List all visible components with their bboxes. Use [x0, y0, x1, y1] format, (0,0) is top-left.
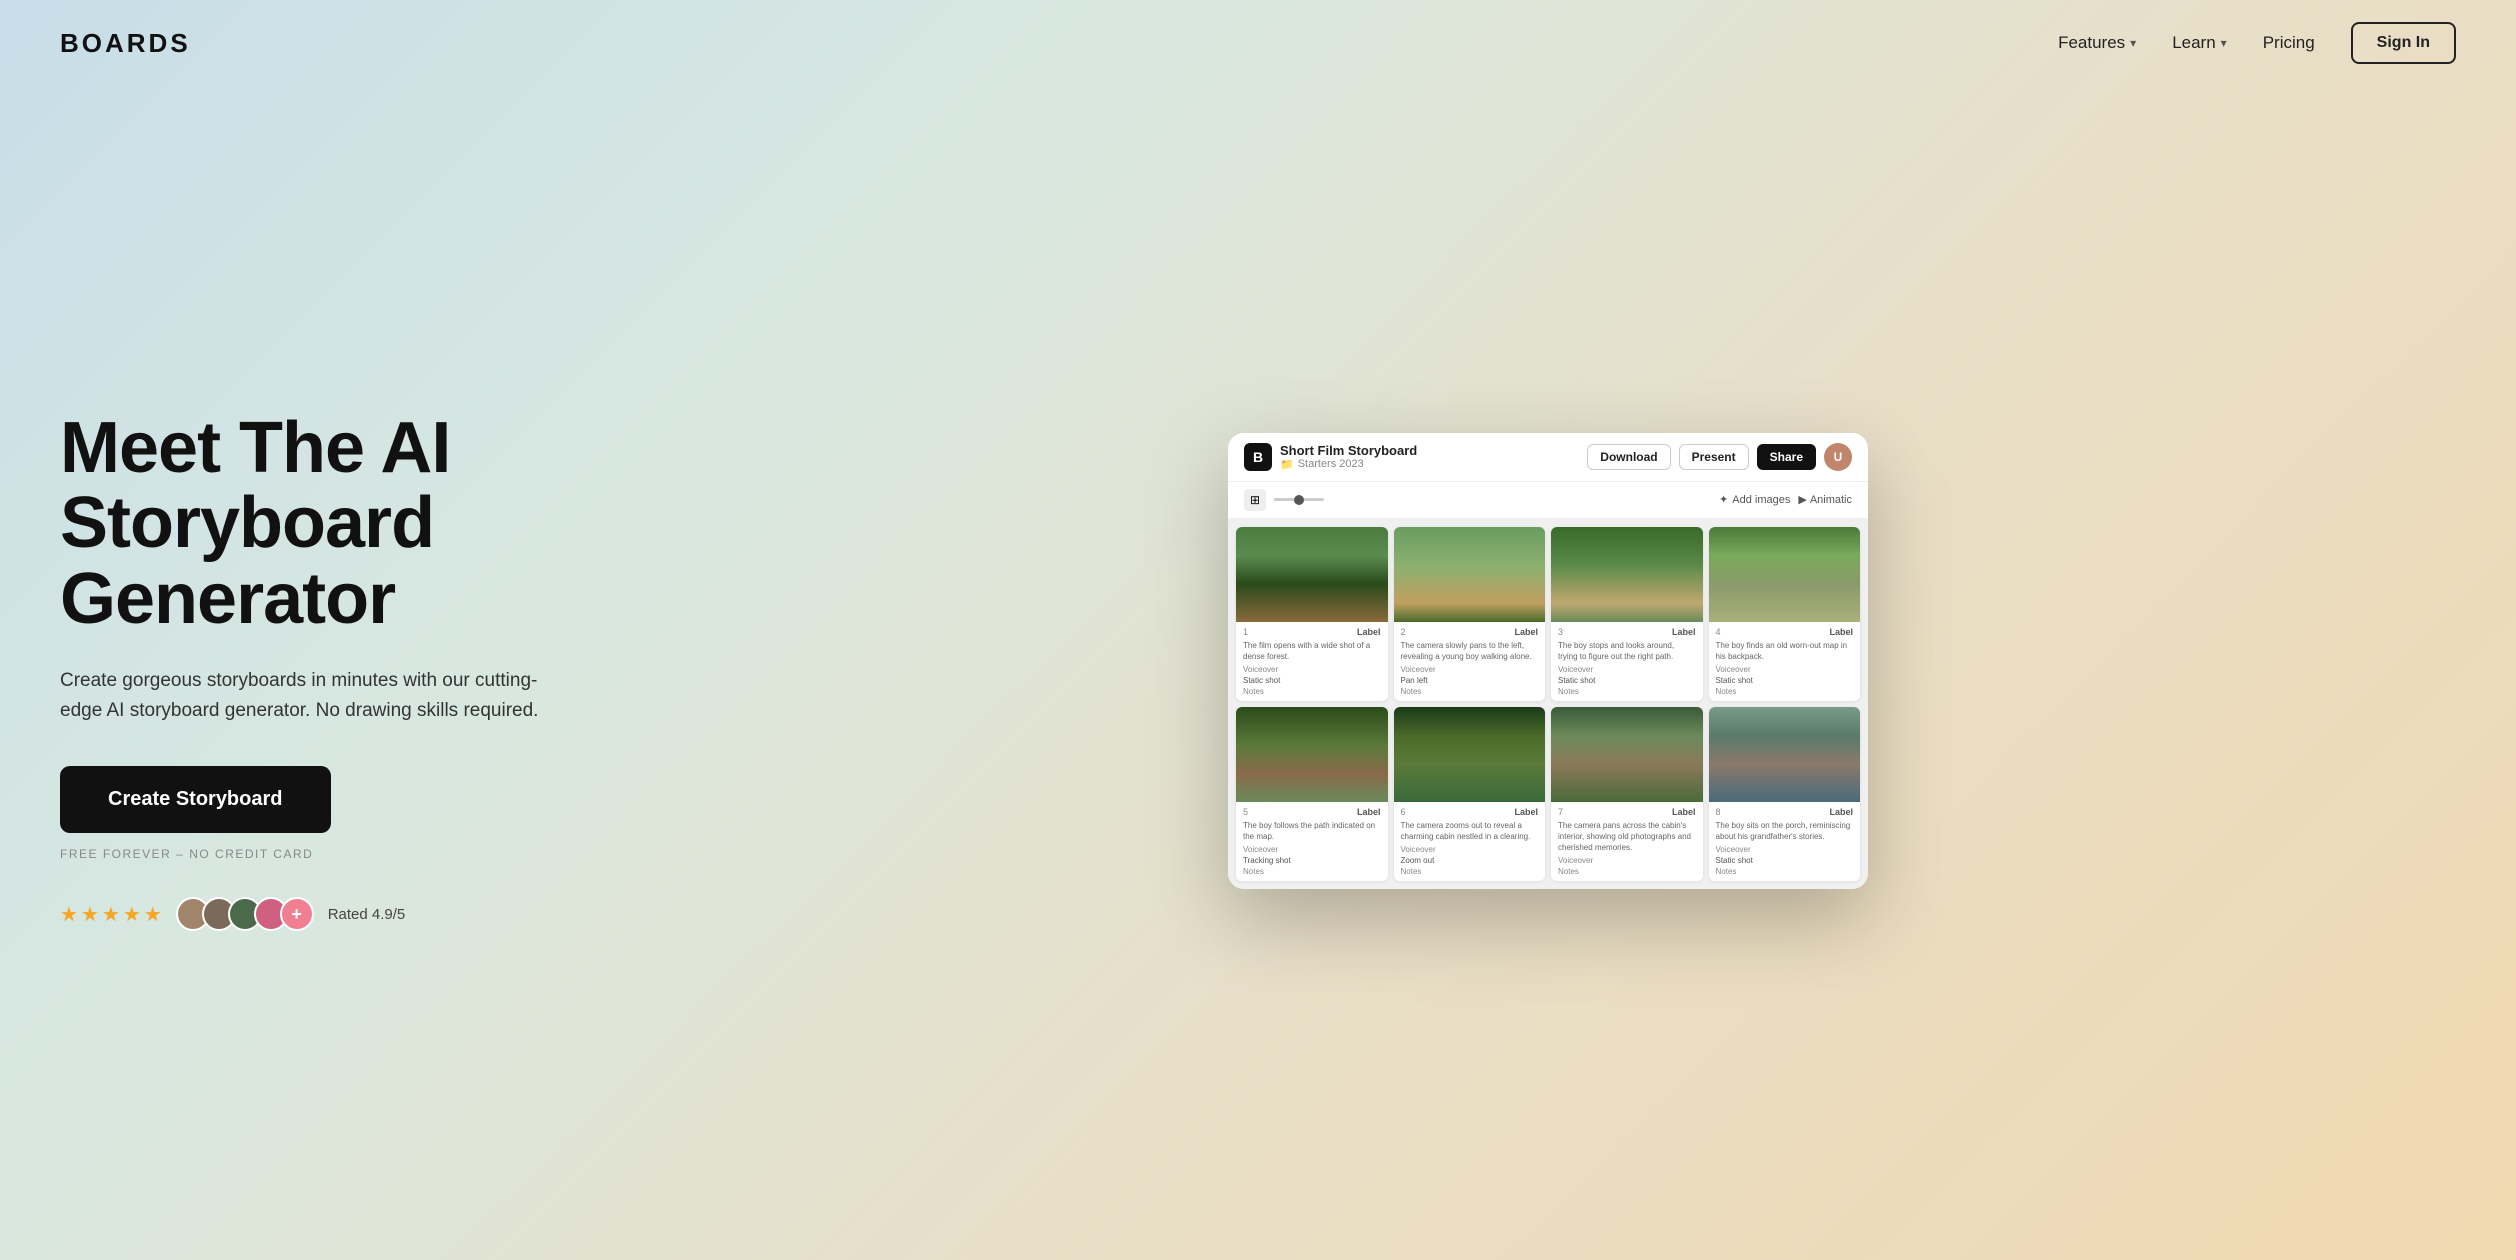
scene-4	[1709, 527, 1861, 622]
storyboard-card-4[interactable]: 4 Label The boy finds an old worn-out ma…	[1709, 527, 1861, 701]
card-image-6	[1394, 707, 1546, 802]
pricing-nav-link[interactable]: Pricing	[2263, 33, 2315, 53]
toolbar-buttons: Download Present Share U	[1587, 443, 1852, 471]
project-name: Short Film Storyboard	[1280, 443, 1417, 458]
app-sub-toolbar: ⊞ ✦ Add images ▶ Animatic	[1228, 482, 1868, 519]
card-meta-4: 4 Label The boy finds an old worn-out ma…	[1709, 622, 1861, 701]
hero-title: Meet The AI Storyboard Generator	[60, 411, 580, 638]
storyboard-card-6[interactable]: 6 Label The camera zooms out to reveal a…	[1394, 707, 1546, 881]
project-icon: B	[1244, 443, 1272, 471]
card-meta-3: 3 Label The boy stops and looks around, …	[1551, 622, 1703, 701]
hero-left: Meet The AI Storyboard Generator Create …	[60, 391, 580, 932]
present-button[interactable]: Present	[1679, 444, 1749, 470]
scene-6	[1394, 707, 1546, 802]
card-image-2	[1394, 527, 1546, 622]
nav-links: Features ▾ Learn ▾ Pricing Sign In	[2058, 22, 2456, 64]
card-meta-5: 5 Label The boy follows the path indicat…	[1236, 802, 1388, 881]
play-icon: ▶	[1798, 493, 1806, 506]
project-info: Short Film Storyboard 📁 Starters 2023	[1280, 443, 1417, 471]
card-image-1	[1236, 527, 1388, 622]
navbar: BOARDS Features ▾ Learn ▾ Pricing Sign I…	[0, 0, 2516, 86]
card-image-7	[1551, 707, 1703, 802]
scene-8	[1709, 707, 1861, 802]
zoom-thumb	[1294, 495, 1304, 505]
create-storyboard-button[interactable]: Create Storyboard	[60, 766, 331, 833]
star-1: ★	[60, 902, 78, 927]
storyboard-grid: 1 Label The film opens with a wide shot …	[1228, 519, 1868, 889]
hero-right: B Short Film Storyboard 📁 Starters 2023 …	[640, 433, 2456, 889]
card-meta-8: 8 Label The boy sits on the porch, remin…	[1709, 802, 1861, 881]
card-meta-2: 2 Label The camera slowly pans to the le…	[1394, 622, 1546, 701]
storyboard-card-7[interactable]: 7 Label The camera pans across the cabin…	[1551, 707, 1703, 881]
scene-2	[1394, 527, 1546, 622]
zoom-control	[1274, 498, 1324, 501]
card-meta-1: 1 Label The film opens with a wide shot …	[1236, 622, 1388, 701]
storyboard-card-5[interactable]: 5 Label The boy follows the path indicat…	[1236, 707, 1388, 881]
zoom-slider[interactable]	[1274, 498, 1324, 501]
sparkle-icon: ✦	[1719, 493, 1728, 506]
add-images-button[interactable]: ✦ Add images	[1719, 493, 1790, 506]
scene-3	[1551, 527, 1703, 622]
star-3: ★	[102, 902, 120, 927]
storyboard-card-1[interactable]: 1 Label The film opens with a wide shot …	[1236, 527, 1388, 701]
card-image-3	[1551, 527, 1703, 622]
scene-1	[1236, 527, 1388, 622]
card-meta-7: 7 Label The camera pans across the cabin…	[1551, 802, 1703, 882]
storyboard-card-8[interactable]: 8 Label The boy sits on the porch, remin…	[1709, 707, 1861, 881]
scene-7	[1551, 707, 1703, 802]
avatar-more: +	[280, 897, 314, 931]
free-label: FREE FOREVER – NO CREDIT CARD	[60, 847, 580, 861]
card-image-4	[1709, 527, 1861, 622]
sign-in-button[interactable]: Sign In	[2351, 22, 2456, 64]
project-sub: 📁 Starters 2023	[1280, 458, 1417, 471]
rating-row: ★ ★ ★ ★ ★ + Rated 4.9/5	[60, 897, 580, 931]
star-2: ★	[81, 902, 99, 927]
rating-text: Rated 4.9/5	[328, 906, 406, 923]
learn-nav-link[interactable]: Learn ▾	[2172, 33, 2227, 53]
card-meta-6: 6 Label The camera zooms out to reveal a…	[1394, 802, 1546, 881]
grid-icon[interactable]: ⊞	[1244, 489, 1266, 511]
app-window: B Short Film Storyboard 📁 Starters 2023 …	[1228, 433, 1868, 889]
storyboard-card-3[interactable]: 3 Label The boy stops and looks around, …	[1551, 527, 1703, 701]
app-toolbar: B Short Film Storyboard 📁 Starters 2023 …	[1228, 433, 1868, 482]
hero-subtitle: Create gorgeous storyboards in minutes w…	[60, 666, 540, 727]
features-nav-link[interactable]: Features ▾	[2058, 33, 2136, 53]
download-button[interactable]: Download	[1587, 444, 1670, 470]
learn-chevron-icon: ▾	[2221, 36, 2227, 50]
share-button[interactable]: Share	[1757, 444, 1816, 470]
card-image-5	[1236, 707, 1388, 802]
features-chevron-icon: ▾	[2130, 36, 2136, 50]
storyboard-card-2[interactable]: 2 Label The camera slowly pans to the le…	[1394, 527, 1546, 701]
star-5: ★	[144, 902, 162, 927]
scene-5	[1236, 707, 1388, 802]
app-toolbar-left: B Short Film Storyboard 📁 Starters 2023	[1244, 443, 1417, 471]
star-4: ★	[123, 902, 141, 927]
star-rating: ★ ★ ★ ★ ★	[60, 902, 162, 927]
user-avatar: U	[1824, 443, 1852, 471]
animatic-button[interactable]: ▶ Animatic	[1798, 493, 1852, 506]
sub-toolbar-right: ✦ Add images ▶ Animatic	[1719, 493, 1852, 506]
card-image-8	[1709, 707, 1861, 802]
sub-toolbar-left: ⊞	[1244, 489, 1324, 511]
user-avatars: +	[176, 897, 314, 931]
folder-icon: 📁	[1280, 458, 1294, 471]
logo: BOARDS	[60, 28, 191, 59]
hero-section: Meet The AI Storyboard Generator Create …	[0, 86, 2516, 1256]
